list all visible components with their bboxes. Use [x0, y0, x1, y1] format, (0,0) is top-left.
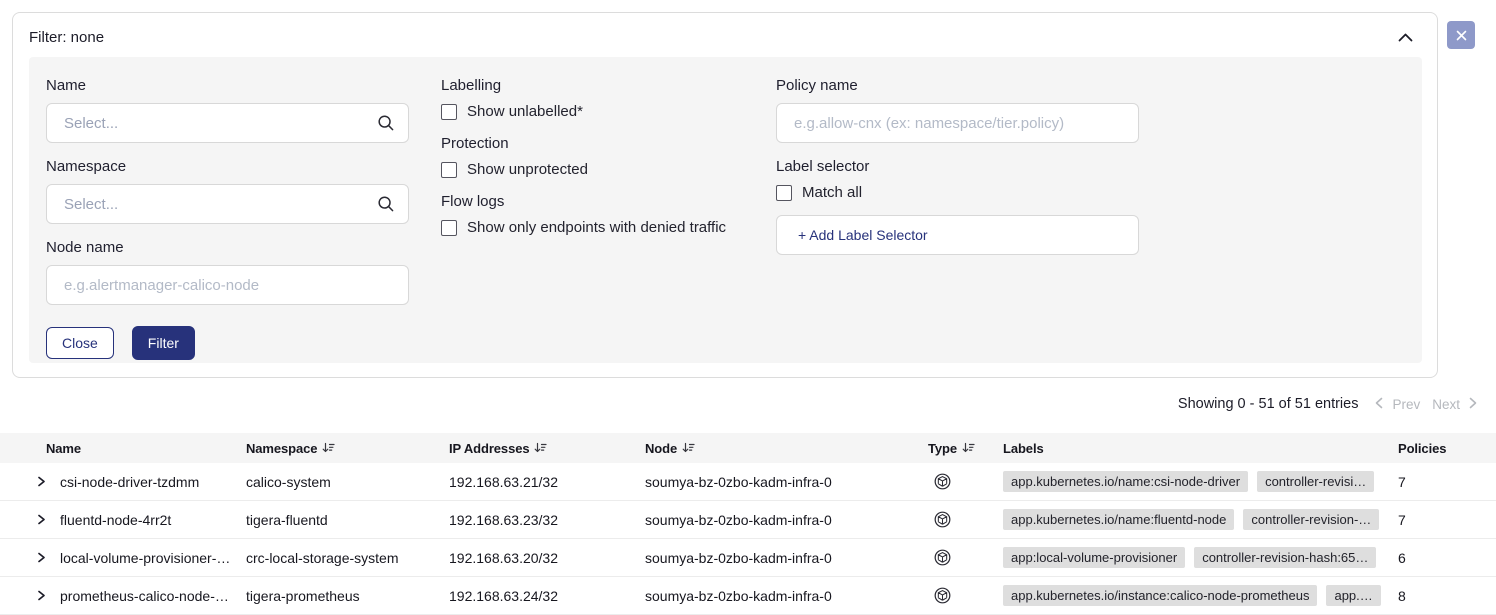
- column-header-type[interactable]: Type: [928, 441, 1003, 456]
- node-name-input[interactable]: [64, 277, 395, 294]
- table-header-row: Name Namespace IP Addresses Node Type: [0, 433, 1496, 463]
- endpoint-labels: app.kubernetes.io/name:fluentd-node contr…: [1003, 509, 1388, 530]
- endpoint-policies-count: 6: [1388, 550, 1496, 566]
- show-unlabelled-checkbox[interactable]: [441, 104, 457, 120]
- endpoint-name: csi-node-driver-tzdmm: [44, 474, 246, 490]
- endpoint-name: local-volume-provisioner-…: [44, 550, 246, 566]
- table-row[interactable]: local-volume-provisioner-… crc-local-sto…: [0, 539, 1496, 577]
- pod-icon: [933, 510, 952, 529]
- match-all-label: Match all: [802, 184, 862, 201]
- table-row[interactable]: prometheus-calico-node-… tigera-promethe…: [0, 577, 1496, 615]
- filter-panel-header: Filter: none: [13, 13, 1437, 46]
- table-row[interactable]: csi-node-driver-tzdmm calico-system 192.…: [0, 463, 1496, 501]
- endpoint-ip-addresses: 192.168.63.21/32: [449, 474, 645, 490]
- label-chip: app.kubernetes.io/name:csi-node-driver: [1003, 471, 1248, 492]
- namespace-select-input[interactable]: [64, 196, 369, 213]
- close-button[interactable]: Close: [46, 327, 114, 359]
- filter-panel-title: Filter: none: [29, 29, 104, 46]
- match-all-checkbox[interactable]: [776, 185, 792, 201]
- pod-icon: [933, 586, 952, 605]
- close-icon: [1456, 29, 1467, 44]
- name-select-box: [46, 103, 409, 143]
- table-row[interactable]: fluentd-node-4rr2t tigera-fluentd 192.16…: [0, 501, 1496, 539]
- policy-name-field-label: Policy name: [776, 77, 1139, 94]
- flow-logs-section-label: Flow logs: [441, 193, 744, 210]
- endpoint-node: soumya-bz-0zbo-kadm-infra-0: [645, 588, 928, 604]
- endpoint-labels: app:local-volume-provisioner controller-r…: [1003, 547, 1388, 568]
- chevron-up-icon: [1398, 30, 1413, 45]
- pod-icon: [933, 472, 952, 491]
- namespace-select-box: [46, 184, 409, 224]
- endpoint-namespace: calico-system: [246, 474, 449, 490]
- name-select-input[interactable]: [64, 115, 369, 132]
- label-chip: controller-revision-…: [1243, 509, 1379, 530]
- node-name-box: [46, 265, 409, 305]
- label-chip: controller-revision-hash:65…: [1194, 547, 1376, 568]
- endpoint-name: prometheus-calico-node-…: [44, 588, 246, 604]
- policy-name-box: [776, 103, 1139, 143]
- endpoint-policies-count: 8: [1388, 588, 1496, 604]
- endpoint-labels: app.kubernetes.io/name:csi-node-driver co…: [1003, 471, 1388, 492]
- column-header-ip-addresses[interactable]: IP Addresses: [449, 441, 645, 456]
- namespace-field-label: Namespace: [46, 158, 409, 175]
- name-field-label: Name: [46, 77, 409, 94]
- endpoint-namespace: crc-local-storage-system: [246, 550, 449, 566]
- endpoint-policies-count: 7: [1388, 512, 1496, 528]
- denied-traffic-checkbox[interactable]: [441, 220, 457, 236]
- sort-icon[interactable]: [534, 442, 547, 454]
- next-page-link[interactable]: Next: [1426, 397, 1466, 412]
- endpoint-ip-addresses: 192.168.63.24/32: [449, 588, 645, 604]
- sort-icon[interactable]: [682, 442, 695, 454]
- label-chip: app.kubernetes.io/name:fluentd-node: [1003, 509, 1234, 530]
- show-unprotected-label: Show unprotected: [467, 161, 588, 178]
- label-selector-section-label: Label selector: [776, 158, 1139, 175]
- endpoint-namespace: tigera-prometheus: [246, 588, 449, 604]
- column-header-name[interactable]: Name: [44, 441, 246, 456]
- collapse-panel-button[interactable]: [1396, 31, 1415, 44]
- endpoints-table: Name Namespace IP Addresses Node Type: [0, 433, 1496, 615]
- search-icon: [377, 195, 395, 213]
- column-header-labels: Labels: [1003, 441, 1388, 456]
- pagination: Showing 0 - 51 of 51 entries Prev Next: [1178, 396, 1480, 412]
- sort-icon[interactable]: [322, 442, 335, 454]
- add-label-selector-button[interactable]: + Add Label Selector: [776, 215, 1139, 255]
- column-header-node[interactable]: Node: [645, 441, 928, 456]
- endpoint-namespace: tigera-fluentd: [246, 512, 449, 528]
- column-header-namespace[interactable]: Namespace: [246, 441, 449, 456]
- chevron-left-icon[interactable]: [1372, 397, 1386, 412]
- labelling-section-label: Labelling: [441, 77, 744, 94]
- show-unlabelled-label: Show unlabelled*: [467, 103, 583, 120]
- endpoint-ip-addresses: 192.168.63.20/32: [449, 550, 645, 566]
- policy-name-input[interactable]: [794, 115, 1125, 132]
- denied-traffic-label: Show only endpoints with denied traffic: [467, 219, 726, 236]
- label-chip: app:local-volume-provisioner: [1003, 547, 1185, 568]
- node-name-field-label: Node name: [46, 239, 409, 256]
- prev-page-link[interactable]: Prev: [1386, 397, 1426, 412]
- pod-icon: [933, 548, 952, 567]
- dismiss-filter-button[interactable]: [1447, 21, 1475, 49]
- endpoint-name: fluentd-node-4rr2t: [44, 512, 246, 528]
- sort-icon[interactable]: [962, 442, 975, 454]
- filter-panel: Filter: none Name Namespace: [12, 12, 1438, 378]
- endpoint-node: soumya-bz-0zbo-kadm-infra-0: [645, 550, 928, 566]
- endpoint-node: soumya-bz-0zbo-kadm-infra-0: [645, 474, 928, 490]
- search-icon: [377, 114, 395, 132]
- endpoint-policies-count: 7: [1388, 474, 1496, 490]
- filter-button[interactable]: Filter: [132, 326, 195, 360]
- entries-summary: Showing 0 - 51 of 51 entries: [1178, 396, 1359, 412]
- filter-form: Name Namespace Node name Close Filter: [29, 57, 1422, 363]
- endpoint-node: soumya-bz-0zbo-kadm-infra-0: [645, 512, 928, 528]
- protection-section-label: Protection: [441, 135, 744, 152]
- column-header-policies: Policies: [1388, 441, 1496, 456]
- endpoint-ip-addresses: 192.168.63.23/32: [449, 512, 645, 528]
- chevron-right-icon[interactable]: [1466, 397, 1480, 412]
- show-unprotected-checkbox[interactable]: [441, 162, 457, 178]
- label-chip: controller-revisi…: [1257, 471, 1374, 492]
